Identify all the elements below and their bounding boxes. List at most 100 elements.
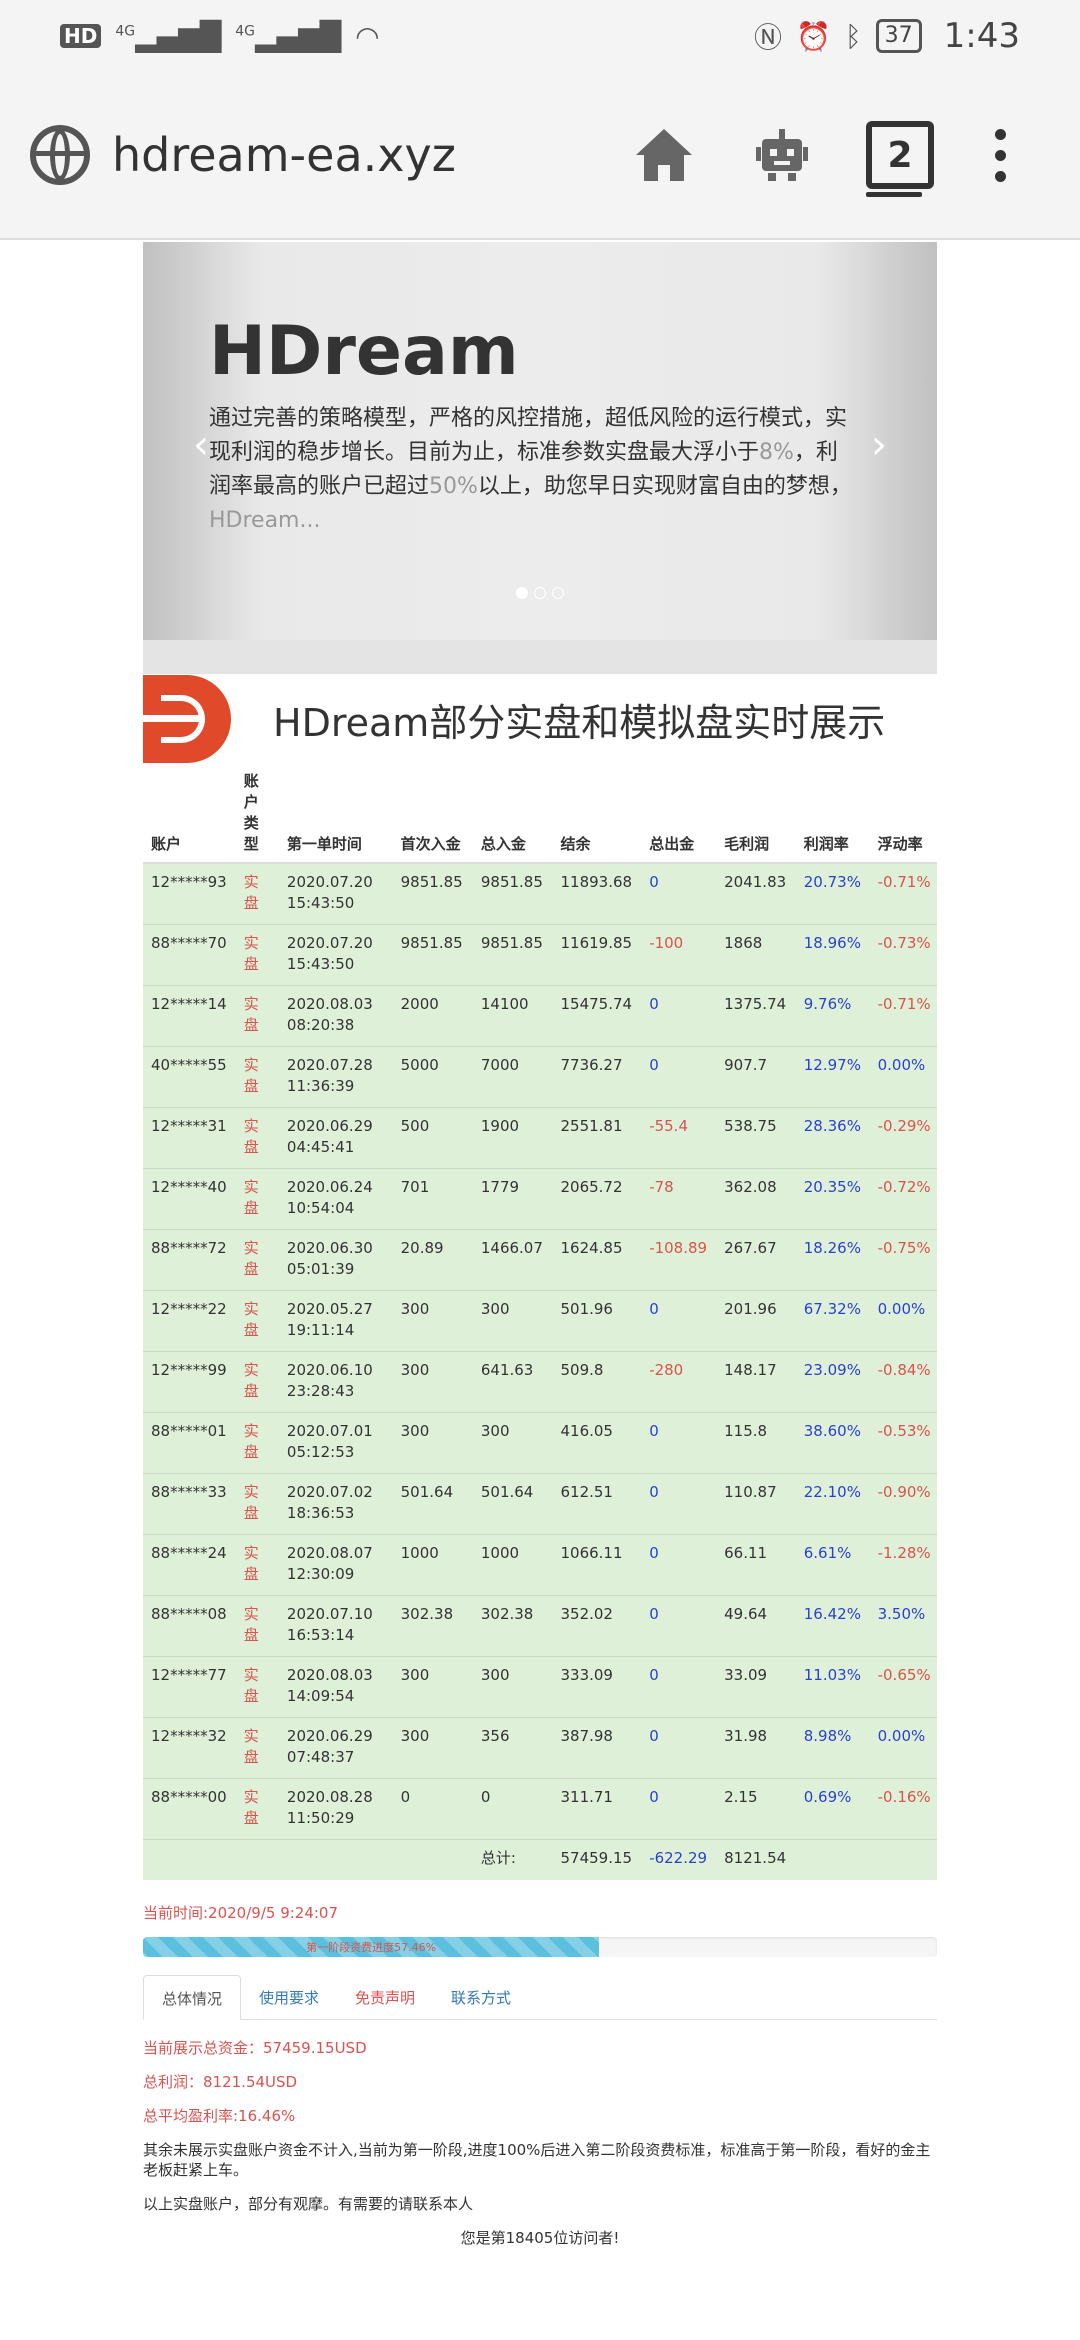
table-cell: 20.35% bbox=[803, 1178, 861, 1196]
table-cell: 实盘 bbox=[243, 873, 259, 912]
table-cell: 15475.74 bbox=[560, 995, 633, 1013]
table-total-cell bbox=[870, 1840, 937, 1880]
tab-switcher-button[interactable]: 2 bbox=[850, 105, 950, 205]
table-total-cell bbox=[393, 1840, 473, 1880]
table-cell: -1.28% bbox=[877, 1544, 931, 1562]
progress-bar: 第一阶段资费进度57.46% bbox=[143, 1936, 937, 1957]
table-cell: 0 bbox=[480, 1788, 491, 1806]
table-cell: 5000 bbox=[400, 1056, 439, 1074]
carousel-prev-button[interactable]: ‹ bbox=[193, 422, 209, 468]
carousel-dot[interactable] bbox=[534, 587, 546, 599]
hdream-logo bbox=[143, 675, 231, 763]
table-cell: -0.75% bbox=[877, 1239, 931, 1257]
carousel-dot[interactable] bbox=[516, 587, 528, 599]
table-cell: 300 bbox=[480, 1666, 510, 1684]
table-cell: 333.09 bbox=[560, 1666, 613, 1684]
carousel-next-button[interactable]: › bbox=[871, 422, 887, 468]
table-cell: 88*****24 bbox=[151, 1544, 227, 1562]
table-cell: -0.73% bbox=[877, 934, 931, 952]
table-cell: 1066.11 bbox=[560, 1544, 623, 1562]
tab-contact[interactable]: 联系方式 bbox=[433, 1975, 529, 2019]
table-cell: 9851.85 bbox=[400, 934, 463, 952]
table-cell: 实盘 bbox=[243, 1727, 259, 1766]
summary-panel: 当前展示总资金：57459.15USD 总利润：8121.54USD 总平均盈利… bbox=[143, 2038, 937, 2248]
table-cell: 0.00% bbox=[877, 1727, 926, 1745]
overflow-menu-button[interactable] bbox=[950, 128, 1050, 182]
table-cell: 88*****00 bbox=[151, 1788, 227, 1806]
table-total-cell: 8121.54 bbox=[724, 1849, 787, 1868]
table-cell: 9851.85 bbox=[480, 873, 543, 891]
table-cell: 20.73% bbox=[803, 873, 861, 891]
note-accounts: 以上实盘账户，部分有观摩。有需要的请联系本人 bbox=[143, 2194, 474, 2213]
carousel-dot[interactable] bbox=[552, 587, 564, 599]
carousel-description: 通过完善的策略模型，严格的风控措施，超低风险的运行模式，实现利润的稳步增长。目前… bbox=[209, 406, 852, 533]
table-cell: 实盘 bbox=[243, 1483, 259, 1522]
table-cell: 9851.85 bbox=[400, 873, 463, 891]
table-cell: 9.76% bbox=[803, 995, 852, 1013]
status-left: HD 4G▂▄▆█ 4G▂▄▆█ ◠ bbox=[60, 20, 380, 53]
hero-carousel: HDream 通过完善的策略模型，严格的风控措施，超低风险的运行模式，实现利润的… bbox=[143, 242, 937, 640]
table-cell: 0 bbox=[649, 1544, 659, 1562]
table-cell: 88*****01 bbox=[151, 1422, 227, 1440]
table-cell: 110.87 bbox=[724, 1483, 777, 1501]
table-row: 88*****08 实盘 2020.07.10 16:53:14 302.38 302.… bbox=[143, 1595, 937, 1657]
table-cell: -0.53% bbox=[877, 1422, 931, 1440]
table-cell: 实盘 bbox=[243, 1788, 259, 1827]
home-button[interactable] bbox=[614, 105, 714, 205]
table-cell: 500 bbox=[400, 1117, 430, 1135]
tab-requirements[interactable]: 使用要求 bbox=[241, 1975, 337, 2019]
column-header: 总出金 bbox=[641, 764, 717, 864]
bot-button[interactable] bbox=[732, 105, 832, 205]
url-field[interactable]: hdream-ea.xyz bbox=[112, 128, 596, 182]
table-cell: 38.60% bbox=[803, 1422, 861, 1440]
table-total-cell bbox=[143, 1840, 236, 1880]
table-cell: 12*****31 bbox=[151, 1117, 227, 1135]
total-profit: 总利润：8121.54USD bbox=[143, 2072, 298, 2091]
tab-overview[interactable]: 总体情况 bbox=[143, 1974, 242, 2020]
table-cell: 509.8 bbox=[560, 1361, 604, 1379]
table-cell: 16.42% bbox=[803, 1605, 861, 1623]
browser-toolbar: hdream-ea.xyz 2 bbox=[0, 72, 1080, 240]
table-cell: 12*****32 bbox=[151, 1727, 227, 1745]
table-cell: -0.29% bbox=[877, 1117, 931, 1135]
table-row: 12*****31 实盘 2020.06.29 04:45:41 500 1900 255… bbox=[143, 1107, 937, 1169]
table-cell: -100 bbox=[649, 934, 684, 952]
table-total-row: 总计: 57459.15 -622.29 8121.54 bbox=[143, 1839, 937, 1880]
table-cell: 实盘 bbox=[243, 1056, 259, 1095]
table-cell: 2020.07.01 05:12:53 bbox=[286, 1422, 373, 1461]
globe-icon[interactable] bbox=[30, 125, 90, 185]
table-cell: 2020.07.20 15:43:50 bbox=[286, 873, 373, 912]
table-cell: 612.51 bbox=[560, 1483, 613, 1501]
table-cell: 11.03% bbox=[803, 1666, 861, 1684]
table-cell: 1779 bbox=[480, 1178, 520, 1196]
tab-disclaimer[interactable]: 免责声明 bbox=[337, 1975, 433, 2019]
table-cell: 2041.83 bbox=[724, 873, 787, 891]
table-total-cell bbox=[236, 1840, 279, 1880]
table-cell: 0 bbox=[649, 1422, 659, 1440]
column-header: 浮动率 bbox=[869, 764, 937, 864]
table-cell: 67.32% bbox=[803, 1300, 861, 1318]
table-header-row: 账户 账户类型 第一单时间 首次入金 总入金 结余 总出金 毛利润 利润率 浮动率 bbox=[143, 764, 937, 864]
table-total-cell bbox=[796, 1840, 870, 1880]
table-cell: 267.67 bbox=[724, 1239, 777, 1257]
table-cell: 实盘 bbox=[243, 1666, 259, 1705]
table-cell: 356 bbox=[480, 1727, 510, 1745]
table-cell: 362.08 bbox=[724, 1178, 777, 1196]
table-cell: 实盘 bbox=[243, 995, 259, 1034]
table-cell: 31.98 bbox=[724, 1727, 768, 1745]
table-cell: 11619.85 bbox=[560, 934, 633, 952]
table-cell: 2551.81 bbox=[560, 1117, 623, 1135]
table-row: 12*****77 实盘 2020.08.03 14:09:54 300 300 333.… bbox=[143, 1656, 937, 1718]
table-cell: 2020.07.10 16:53:14 bbox=[286, 1605, 373, 1644]
table-cell: -78 bbox=[649, 1178, 674, 1196]
dot-icon bbox=[994, 128, 1006, 140]
table-cell: 501.64 bbox=[400, 1483, 454, 1501]
table-cell: 501.64 bbox=[480, 1483, 534, 1501]
table-row: 88*****00 实盘 2020.08.28 11:50:29 0 0 311.71 0 2… bbox=[143, 1778, 937, 1840]
table-cell: 0 bbox=[649, 1605, 659, 1623]
table-cell: 2020.06.30 05:01:39 bbox=[286, 1239, 373, 1278]
status-right: Ⓝ ⏰ ᛒ 37 1:43 bbox=[754, 16, 1020, 56]
table-cell: -280 bbox=[649, 1361, 684, 1379]
wifi-icon: ◠ bbox=[355, 19, 380, 53]
table-cell: 300 bbox=[400, 1666, 430, 1684]
